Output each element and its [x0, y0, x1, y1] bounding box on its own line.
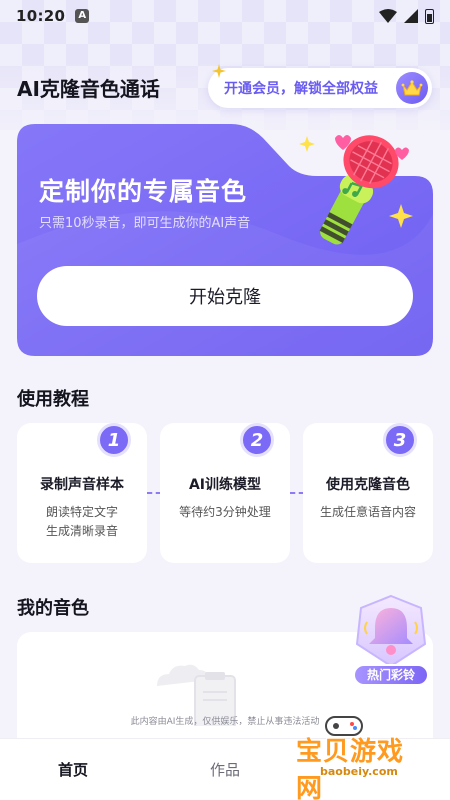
battery-icon	[425, 8, 434, 24]
step-number-badge: 2	[240, 423, 274, 457]
hero-card: 定制你的专属音色 只需10秒录音，即可生成你的AI声音 开始克隆	[17, 124, 433, 356]
step-description: 生成任意语音内容	[311, 503, 425, 522]
watermark-url: baobeiy.com	[320, 765, 398, 778]
sparkle-icon	[212, 64, 226, 78]
notification-icon: A	[75, 9, 90, 23]
tutorial-section-title: 使用教程	[17, 389, 89, 410]
step-number-badge: 3	[383, 423, 417, 457]
tutorial-step-2: 2 AI训练模型 等待约3分钟处理	[160, 423, 290, 563]
crown-icon	[396, 72, 428, 104]
step-connector	[290, 492, 304, 494]
tutorial-step-1: 1 录制声音样本 朗读特定文字 生成清晰录音	[17, 423, 147, 563]
my-voices-section-title: 我的音色	[17, 598, 89, 619]
tab-works[interactable]: 作品	[210, 759, 240, 780]
site-watermark: 宝贝游戏网 baobeiy.com	[268, 716, 428, 800]
step-description: 朗读特定文字 生成清晰录音	[25, 503, 139, 541]
vip-upgrade-button[interactable]: 开通会员，解锁全部权益	[208, 68, 432, 108]
app-title: AI克隆音色通话	[17, 77, 160, 101]
bell-icon	[355, 594, 427, 668]
hot-ringtone-label: 热门彩铃	[353, 664, 429, 686]
step-title: AI训练模型	[188, 477, 262, 493]
step-description-line: 朗读特定文字	[45, 505, 118, 519]
hero-title: 定制你的专属音色	[39, 177, 248, 206]
status-icons	[379, 8, 434, 24]
step-description-line: 等待约3分钟处理	[179, 505, 271, 519]
step-description-line: 生成清晰录音	[45, 524, 118, 538]
vip-upgrade-label: 开通会员，解锁全部权益	[224, 81, 378, 97]
wifi-icon	[379, 9, 397, 23]
signal-icon	[404, 9, 418, 23]
start-clone-button[interactable]: 开始克隆	[37, 266, 413, 326]
step-title: 使用克隆音色	[326, 477, 410, 493]
microphone-icon	[299, 135, 413, 245]
tutorial-step-3: 3 使用克隆音色 生成任意语音内容	[303, 423, 433, 563]
tab-home[interactable]: 首页	[58, 759, 88, 780]
step-description: 等待约3分钟处理	[168, 503, 282, 522]
step-number-badge: 1	[97, 423, 131, 457]
status-bar: 10:20 A	[0, 0, 450, 32]
step-connector	[147, 492, 161, 494]
step-title: 录制声音样本	[40, 477, 124, 493]
status-time: 10:20	[16, 7, 66, 25]
hot-ringtone-button[interactable]: 热门彩铃	[353, 594, 429, 688]
step-description-line: 生成任意语音内容	[319, 505, 416, 519]
hero-subtitle: 只需10秒录音，即可生成你的AI声音	[39, 216, 251, 231]
